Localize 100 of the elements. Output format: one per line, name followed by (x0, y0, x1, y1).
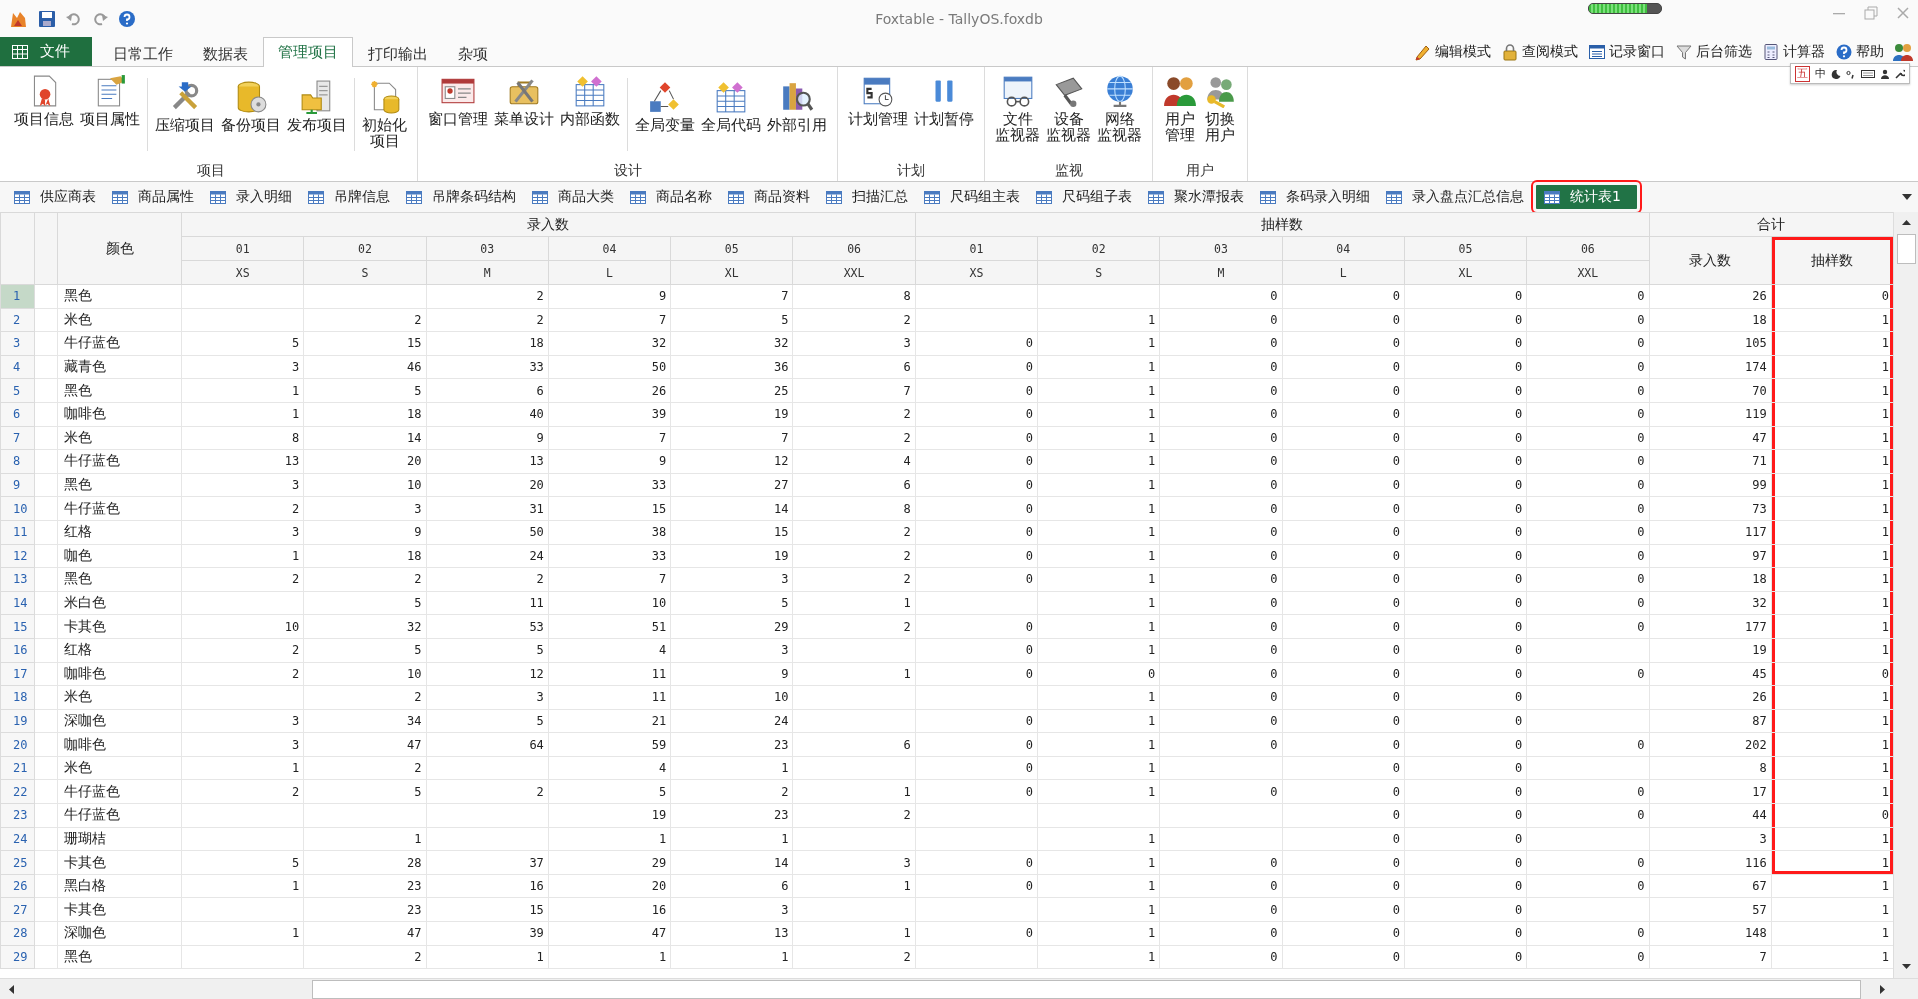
ribbon-button[interactable]: 项目信息 (11, 72, 77, 161)
caret-down-icon[interactable] (1902, 194, 1912, 200)
table-tab[interactable]: 商品名称 (626, 185, 721, 209)
toolbar-button[interactable]: 记录窗口 (1586, 42, 1667, 61)
row-number[interactable]: 19 (0, 709, 35, 733)
table-tab[interactable]: 商品资料 (724, 185, 819, 209)
table-tab[interactable]: 尺码组子表 (1032, 185, 1141, 209)
column-header[interactable]: XXL (1526, 260, 1649, 285)
row-number[interactable]: 1 (0, 284, 35, 309)
column-header[interactable]: 03 (1159, 236, 1283, 261)
column-header[interactable]: 02 (1037, 236, 1160, 261)
vertical-scrollbar[interactable] (1893, 212, 1918, 978)
ribbon-tab[interactable]: 杂项 (443, 40, 503, 67)
column-header[interactable]: 03 (426, 236, 549, 261)
row-number[interactable]: 16 (0, 638, 35, 662)
ribbon-button[interactable]: 窗口管理 (425, 72, 491, 161)
help-icon[interactable] (118, 9, 136, 28)
row-number[interactable]: 12 (0, 544, 35, 568)
ribbon-tab[interactable]: 日常工作 (98, 40, 188, 67)
row-number[interactable]: 3 (0, 331, 35, 356)
save-icon[interactable] (38, 9, 56, 28)
column-header[interactable]: 录入数 (1649, 236, 1772, 285)
ribbon-button[interactable]: 设备 监视器 (1043, 72, 1094, 161)
table-tab[interactable]: 商品属性 (108, 185, 203, 209)
column-header[interactable]: 06 (1526, 236, 1649, 261)
column-header[interactable]: 合计 (1649, 212, 1893, 237)
table-tab[interactable]: 录入盘点汇总信息 (1382, 185, 1533, 209)
ribbon-button[interactable]: 文件 监视器 (992, 72, 1043, 161)
column-header[interactable]: 02 (303, 236, 427, 261)
column-header[interactable]: S (303, 260, 427, 285)
input-mode-indicator[interactable]: 中 (1815, 66, 1826, 81)
table-tab[interactable]: 供应商表 (10, 185, 105, 209)
column-header[interactable]: 04 (1282, 236, 1405, 261)
column-header[interactable]: XXL (792, 260, 916, 285)
ribbon-button[interactable]: 内部函数 (557, 72, 623, 161)
table-tab[interactable]: 录入明细 (206, 185, 301, 209)
column-header[interactable]: 05 (1404, 236, 1527, 261)
input-method-indicator[interactable]: 五 (1795, 65, 1810, 82)
ribbon-button[interactable]: 用户 管理 (1160, 72, 1200, 161)
row-number[interactable]: 5 (0, 378, 35, 403)
row-number[interactable]: 2 (0, 308, 35, 332)
ribbon-button[interactable]: 网络 监视器 (1094, 72, 1145, 161)
column-header[interactable]: S (1037, 260, 1160, 285)
column-header[interactable]: M (426, 260, 549, 285)
toolbar-button[interactable]: 查阅模式 (1499, 42, 1580, 61)
ribbon-tab[interactable]: 数据表 (188, 40, 263, 67)
row-number[interactable]: 10 (0, 496, 35, 521)
ribbon-button[interactable]: 菜单设计 (491, 72, 557, 161)
ribbon-button[interactable]: 全局代码 (698, 78, 764, 151)
row-number[interactable]: 7 (0, 426, 35, 450)
column-header[interactable]: 04 (548, 236, 671, 261)
ribbon-button[interactable]: 计划暂停 (911, 72, 977, 161)
table-tab[interactable]: 扫描汇总 (822, 185, 917, 209)
column-header[interactable]: 01 (181, 236, 304, 261)
horizontal-scrollbar[interactable] (0, 978, 1918, 999)
ribbon-button[interactable]: 压缩项目 (152, 78, 218, 151)
column-header[interactable]: XS (181, 260, 304, 285)
row-number[interactable]: 17 (0, 662, 35, 686)
column-header[interactable]: L (548, 260, 671, 285)
row-number[interactable]: 23 (0, 803, 35, 828)
column-header[interactable]: L (1282, 260, 1405, 285)
scroll-thumb[interactable] (312, 979, 1861, 999)
table-tab[interactable]: 吊牌信息 (304, 185, 399, 209)
row-number[interactable]: 6 (0, 402, 35, 427)
row-number[interactable]: 15 (0, 614, 35, 639)
file-menu-button[interactable]: 文件 (0, 37, 92, 66)
row-number[interactable]: 25 (0, 850, 35, 875)
row-number[interactable]: 9 (0, 473, 35, 497)
redo-icon[interactable] (92, 10, 108, 27)
column-header[interactable]: XL (670, 260, 793, 285)
column-header[interactable]: 01 (915, 236, 1038, 261)
row-number[interactable]: 28 (0, 921, 35, 946)
row-number[interactable]: 14 (0, 591, 35, 615)
column-header[interactable]: 颜色 (57, 212, 182, 285)
ribbon-button[interactable]: 备份项目 (218, 78, 284, 151)
ribbon-tab[interactable]: 管理项目 (263, 37, 353, 67)
row-number[interactable]: 4 (0, 355, 35, 379)
toolbar-button[interactable]: 后台筛选 (1673, 42, 1754, 61)
column-header[interactable]: 06 (792, 236, 916, 261)
table-tab[interactable]: 商品大类 (528, 185, 623, 209)
table-tab[interactable]: 条码录入明细 (1256, 185, 1379, 209)
column-header[interactable]: XS (915, 260, 1038, 285)
row-number[interactable]: 29 (0, 945, 35, 969)
column-header[interactable]: M (1159, 260, 1283, 285)
ribbon-tab[interactable]: 打印输出 (353, 40, 443, 67)
punctuation-icon[interactable] (1846, 68, 1856, 79)
users-icon[interactable] (1892, 41, 1914, 62)
person-icon[interactable] (1880, 68, 1890, 79)
ribbon-button[interactable]: 发布项目 (284, 78, 350, 151)
ribbon-button[interactable]: 全局变量 (632, 78, 698, 151)
row-number[interactable]: 21 (0, 756, 35, 780)
row-number[interactable]: 20 (0, 732, 35, 757)
scroll-thumb[interactable] (1896, 234, 1916, 264)
row-number[interactable]: 13 (0, 567, 35, 592)
column-header[interactable]: 05 (670, 236, 793, 261)
row-number[interactable]: 27 (0, 897, 35, 922)
table-tab[interactable]: 尺码组主表 (920, 185, 1029, 209)
toolbar-button[interactable]: 帮助 (1833, 42, 1886, 61)
ribbon-button[interactable]: 项目属性 (77, 72, 143, 161)
moon-icon[interactable] (1831, 68, 1841, 79)
